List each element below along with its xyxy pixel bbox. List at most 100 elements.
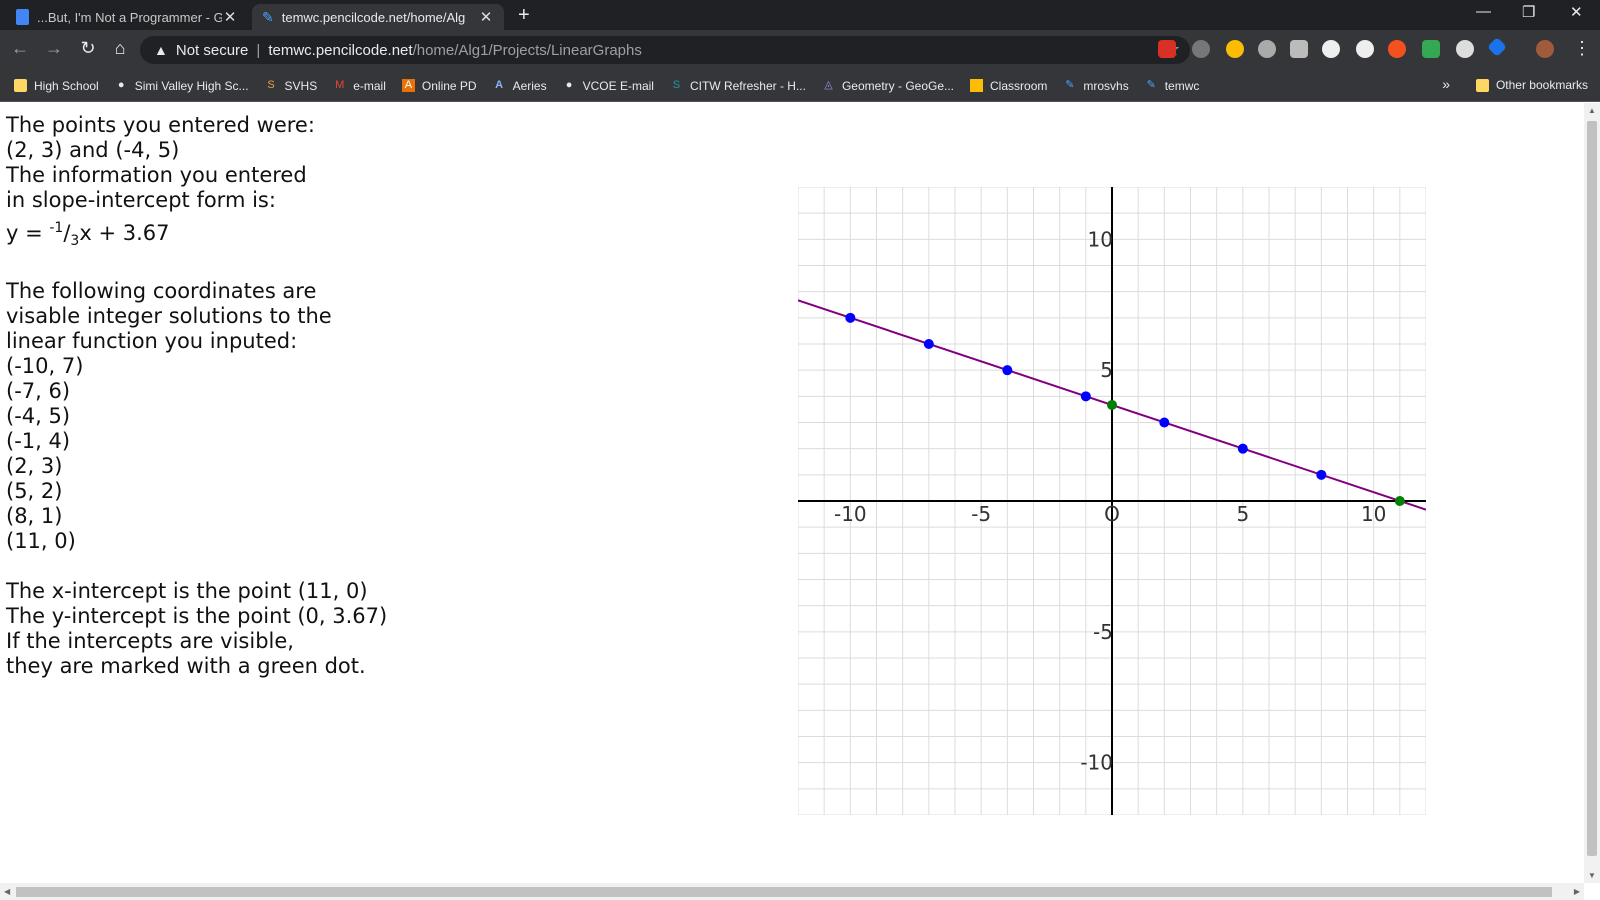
bookmark-label: Other bookmarks xyxy=(1495,78,1588,92)
bookmark-label: Geometry - GeoGe... xyxy=(841,78,955,93)
y-tick-label: 10 xyxy=(1088,227,1113,251)
bookmark-item[interactable]: ● VCOE E-mail xyxy=(563,79,654,93)
text-line: linear function you inputed: xyxy=(6,329,298,354)
solution-item: (-4, 5) xyxy=(6,404,71,429)
bookmark-label: SVHS xyxy=(284,78,318,93)
folder-icon xyxy=(1475,78,1489,92)
tab-pencilcode[interactable]: ✎ temwc.pencilcode.net/home/Alg ✕ xyxy=(252,4,504,30)
data-point xyxy=(1159,417,1170,428)
avatar[interactable] xyxy=(1536,40,1554,58)
x-tick-label: 10 xyxy=(1361,502,1386,526)
scrollbar-thumb[interactable] xyxy=(16,887,1552,897)
page-content: The points you entered were: (2, 3) and … xyxy=(0,103,1584,883)
address-bar[interactable]: ▲ Not secure | temwc.pencilcode.net/home… xyxy=(140,36,1190,64)
minimize-icon[interactable]: — xyxy=(1476,3,1491,20)
tab-docs[interactable]: ...But, I'm Not a Programmer - Go ✕ xyxy=(6,4,248,30)
text-line: If the intercepts are visible, xyxy=(6,629,294,654)
scroll-down-icon[interactable]: ▼ xyxy=(1588,871,1596,880)
extension-icon[interactable] xyxy=(1322,40,1340,58)
other-bookmarks[interactable]: Other bookmarks xyxy=(1475,78,1588,92)
data-point xyxy=(1107,399,1117,410)
solution-item: (-10, 7) xyxy=(6,354,84,379)
bookmark-label: Classroom xyxy=(990,78,1048,93)
reload-icon[interactable]: ↻ xyxy=(76,38,100,59)
extension-icon[interactable] xyxy=(1226,40,1244,58)
scrollbar-thumb[interactable] xyxy=(1587,121,1597,856)
data-point xyxy=(1316,469,1327,480)
bookmark-item[interactable]: ◬ Geometry - GeoGe... xyxy=(822,79,954,93)
text-line: in slope-intercept form is: xyxy=(6,188,276,212)
horizontal-scrollbar[interactable]: ◀ ▶ xyxy=(0,883,1584,900)
menu-icon[interactable]: ⋮ xyxy=(1570,38,1594,59)
bookmarks-bar: High School ● Simi Valley High Sc... S SVH… xyxy=(0,70,1600,102)
vertical-scrollbar[interactable]: ▲ ▼ xyxy=(1584,103,1600,883)
bookmark-label: Online PD xyxy=(421,78,477,93)
bookmark-item[interactable]: A Online PD xyxy=(401,78,477,93)
bookmark-item[interactable]: ✎ temwc xyxy=(1145,79,1200,93)
separator: | xyxy=(256,41,261,59)
solution-item: (5, 2) xyxy=(6,479,63,504)
solution-item: (2, 3) xyxy=(6,454,63,479)
scroll-right-icon[interactable]: ▶ xyxy=(1574,887,1580,896)
bookmark-label: temwc xyxy=(1164,78,1200,93)
url-path: /home/Alg1/Projects/LinearGraphs xyxy=(412,41,642,59)
forward-icon[interactable]: → xyxy=(42,38,66,59)
extension-icon[interactable] xyxy=(1258,40,1276,58)
bookmark-item[interactable]: Classroom xyxy=(970,79,1047,93)
browser-toolbar: ← → ↻ ⌂ ▲ Not secure | temwc.pencilcode.… xyxy=(0,30,1600,70)
close-icon[interactable]: ✕ xyxy=(478,8,494,26)
equation-numerator: -1 xyxy=(49,220,64,236)
geogebra-icon: ◬ xyxy=(824,79,833,91)
s-icon: S xyxy=(267,79,275,91)
scroll-up-icon[interactable]: ▲ xyxy=(1588,106,1596,115)
bookmark-label: Aeries xyxy=(512,78,547,93)
close-window-icon[interactable]: ✕ xyxy=(1570,3,1583,21)
new-tab-button[interactable]: + xyxy=(518,4,530,27)
extension-icon[interactable] xyxy=(1356,40,1374,58)
equation: y = -1/3x + 3.67 xyxy=(6,220,170,250)
back-icon[interactable]: ← xyxy=(8,38,32,59)
bookmark-item[interactable]: ● Simi Valley High Sc... xyxy=(115,79,249,93)
extension-icon[interactable] xyxy=(1158,40,1176,58)
x-tick-label: -5 xyxy=(971,502,991,526)
equation-prefix: y = xyxy=(6,221,50,245)
close-icon[interactable]: ✕ xyxy=(222,8,238,26)
home-icon[interactable]: ⌂ xyxy=(108,38,132,59)
extension-icon[interactable] xyxy=(1192,40,1210,58)
scroll-left-icon[interactable]: ◀ xyxy=(4,887,10,896)
extension-icon[interactable] xyxy=(1456,40,1474,58)
data-point xyxy=(923,339,934,349)
equation-denominator: 3 xyxy=(70,233,80,250)
bookmark-item[interactable]: High School xyxy=(14,79,99,93)
bookmarks-overflow-icon[interactable]: » xyxy=(1442,76,1450,92)
x-tick-label: -10 xyxy=(834,502,867,526)
extension-icon[interactable] xyxy=(1487,37,1507,57)
bookmark-item[interactable]: S CITW Refresher - H... xyxy=(670,79,806,93)
text-line: (2, 3) and (-4, 5) xyxy=(6,138,180,162)
text-line: The x-intercept is the point (11, 0) xyxy=(6,579,368,604)
url-host: temwc.pencilcode.net xyxy=(268,41,413,59)
bookmark-item[interactable]: A Aeries xyxy=(493,79,547,93)
text-line: The information you entered xyxy=(6,163,307,187)
bookmark-label: Simi Valley High Sc... xyxy=(134,78,249,93)
x-tick-label: O xyxy=(1104,502,1120,526)
extension-icon[interactable] xyxy=(1290,40,1308,58)
restore-icon[interactable]: ❐ xyxy=(1522,3,1535,21)
text-line: they are marked with a green dot. xyxy=(6,654,366,679)
bookmark-item[interactable]: Me-mail xyxy=(333,79,386,93)
data-point xyxy=(845,312,856,323)
tab-bar: ...But, I'm Not a Programmer - Go ✕ ✎ te… xyxy=(0,0,1600,30)
text-line: visable integer solutions to the xyxy=(6,304,332,329)
y-tick-label: -10 xyxy=(1080,751,1113,775)
data-point xyxy=(1002,365,1013,376)
aeries-icon: A xyxy=(495,79,504,91)
bookmark-item[interactable]: S SVHS xyxy=(265,78,318,93)
bookmark-item[interactable]: ✎ mrosvhs xyxy=(1063,79,1128,93)
extension-icon[interactable] xyxy=(1388,40,1406,58)
extension-icon[interactable] xyxy=(1422,40,1440,58)
text-line: The y-intercept is the point (0, 3.67) xyxy=(6,604,388,629)
x-tick-label: 5 xyxy=(1236,502,1249,526)
warning-icon: ▲ xyxy=(154,42,168,58)
adobe-icon: A xyxy=(401,79,415,92)
pencil-icon: ✎ xyxy=(262,8,274,25)
